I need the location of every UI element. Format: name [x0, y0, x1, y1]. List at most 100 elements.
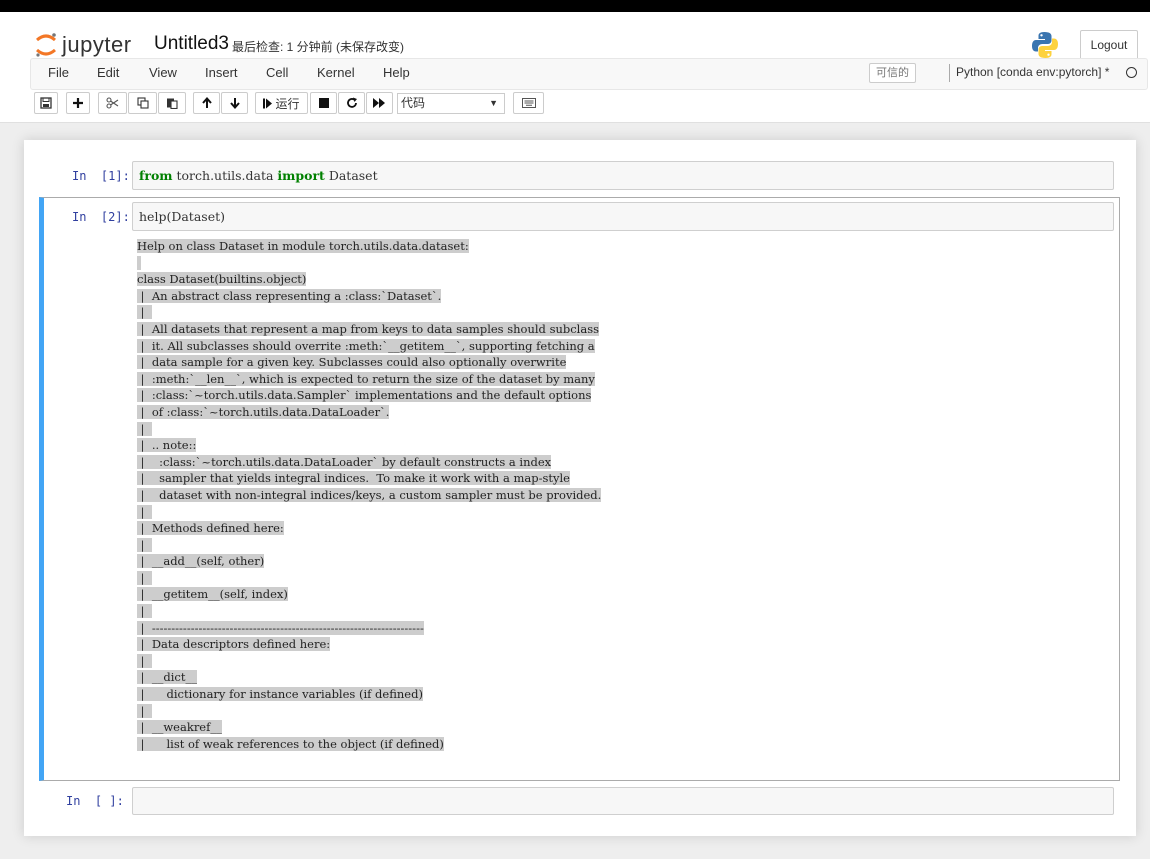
kernel-name[interactable]: Python [conda env:pytorch] * [956, 65, 1109, 79]
move-up-button[interactable] [193, 92, 220, 114]
output-line: | :class:`~torch.utils.data.Sampler` imp… [137, 387, 601, 404]
code-token: torch.utils.data [172, 168, 278, 183]
output-line: | :class:`~torch.utils.data.DataLoader` … [137, 454, 601, 471]
output-line: | [137, 504, 601, 521]
menu-file[interactable]: File [48, 65, 69, 80]
interrupt-kernel-button[interactable] [310, 92, 337, 114]
scissors-icon [106, 97, 119, 109]
output-line-text: | [137, 604, 152, 619]
output-line: | it. All subclasses should overrite :me… [137, 338, 601, 355]
output-line-text: | data sample for a given key. Subclasse… [137, 355, 567, 370]
output-line: | [137, 421, 601, 438]
menu-view[interactable]: View [149, 65, 177, 80]
output-line-text: | [137, 703, 152, 718]
output-line-text: | [137, 504, 152, 519]
output-line: | [137, 570, 601, 587]
output-line-text: | Data descriptors defined here: [137, 637, 331, 652]
output-line-text: | __getitem__(self, index) [137, 587, 288, 602]
cut-button[interactable] [98, 92, 127, 114]
code-cell-1[interactable]: In [1]: from torch.utils.data import Dat… [24, 140, 1136, 195]
kernel-idle-indicator-icon [1126, 67, 1137, 78]
output-line: | data sample for a given key. Subclasse… [137, 354, 601, 371]
output-line-text: | __add__(self, other) [137, 554, 265, 569]
output-line-text: | sampler that yields integral indices. … [137, 471, 570, 486]
output-line-text: | [137, 653, 152, 668]
step-forward-icon [263, 98, 273, 108]
jupyter-logo-icon [36, 33, 56, 57]
output-line: | [137, 703, 601, 720]
output-line-text: | :meth:`__len__`, which is expected to … [137, 371, 595, 386]
output-line-text: | __dict__ [137, 670, 197, 685]
save-icon [40, 97, 52, 109]
command-palette-button[interactable] [513, 92, 544, 114]
arrow-up-icon [201, 97, 212, 108]
output-line: | [137, 304, 601, 321]
output-line-text: | :class:`~torch.utils.data.Sampler` imp… [137, 388, 592, 403]
output-line-text: | dictionary for instance variables (if … [137, 687, 423, 702]
input-prompt: In [ ]: [66, 794, 124, 808]
save-button[interactable] [34, 92, 58, 114]
restart-kernel-button[interactable] [338, 92, 365, 114]
output-line-text: | it. All subclasses should overrite :me… [137, 338, 595, 353]
code-keyword: import [277, 168, 325, 183]
code-input[interactable]: from torch.utils.data import Dataset [132, 161, 1114, 190]
copy-button[interactable] [128, 92, 157, 114]
cell-output: Help on class Dataset in module torch.ut… [137, 238, 602, 753]
code-text: from torch.utils.data import Dataset [139, 168, 378, 183]
cell-type-value: 代码 [401, 96, 426, 110]
caret-down-icon: ▼ [489, 98, 498, 108]
output-line: | __dict__ [137, 669, 601, 686]
output-line: | [137, 603, 601, 620]
copy-icon [136, 97, 149, 109]
notebook-container: In [1]: from torch.utils.data import Dat… [24, 140, 1136, 836]
paste-button[interactable] [158, 92, 186, 114]
output-line: | An abstract class representing a :clas… [137, 288, 601, 305]
logo-text: jupyter [62, 32, 132, 57]
code-text: help(Dataset) [139, 209, 225, 224]
keyboard-icon [521, 98, 536, 108]
code-input-empty[interactable] [132, 787, 1114, 815]
restart-run-all-button[interactable] [366, 92, 393, 114]
kernel-separator [949, 64, 950, 82]
output-line-text: class Dataset(builtins.object) [137, 272, 307, 287]
stop-icon [318, 98, 329, 108]
code-keyword: from [139, 168, 173, 183]
notebook-name[interactable]: Untitled3 [154, 33, 229, 55]
output-line: | Methods defined here: [137, 520, 601, 537]
output-line: | dataset with non-integral indices/keys… [137, 487, 602, 504]
output-line-text [137, 255, 141, 270]
output-line-text: | An abstract class representing a :clas… [137, 288, 442, 303]
code-input[interactable]: help(Dataset) [132, 202, 1114, 231]
output-line: | .. note:: [137, 437, 601, 454]
run-button[interactable]: 运行 [255, 92, 308, 114]
output-line: | [137, 653, 601, 670]
refresh-icon [346, 97, 357, 108]
checkpoint-status: 最后检查: 1 分钟前 (未保存改变) [232, 40, 405, 54]
output-line: | [137, 537, 601, 554]
menu-kernel[interactable]: Kernel [317, 65, 355, 80]
output-line-text: | [137, 421, 152, 436]
output-line-text: | All datasets that represent a map from… [137, 321, 600, 336]
input-prompt: In [2]: [72, 210, 130, 224]
menu-cell[interactable]: Cell [266, 65, 288, 80]
output-line-text: | Methods defined here: [137, 521, 284, 536]
output-line: | sampler that yields integral indices. … [137, 470, 601, 487]
code-token: Dataset [324, 168, 378, 183]
trusted-badge[interactable]: 可信的 [869, 63, 916, 83]
output-line: | --------------------------------------… [137, 620, 601, 637]
insert-cell-button[interactable] [66, 92, 90, 114]
paste-icon [167, 98, 178, 109]
menu-help[interactable]: Help [383, 65, 410, 80]
output-line: | Data descriptors defined here: [137, 636, 601, 653]
menu-edit[interactable]: Edit [97, 65, 119, 80]
output-line: | list of weak references to the object … [137, 736, 601, 753]
cell-type-select[interactable]: 代码 ▼ [397, 93, 505, 114]
output-line-text: | dataset with non-integral indices/keys… [137, 487, 602, 502]
input-prompt: In [1]: [72, 169, 130, 183]
logout-button[interactable]: Logout [1080, 30, 1138, 60]
menu-insert[interactable]: Insert [205, 65, 238, 80]
jupyter-logo[interactable]: jupyter [34, 30, 144, 60]
move-down-button[interactable] [221, 92, 248, 114]
arrow-down-icon [229, 98, 240, 109]
fast-forward-icon [373, 98, 385, 108]
